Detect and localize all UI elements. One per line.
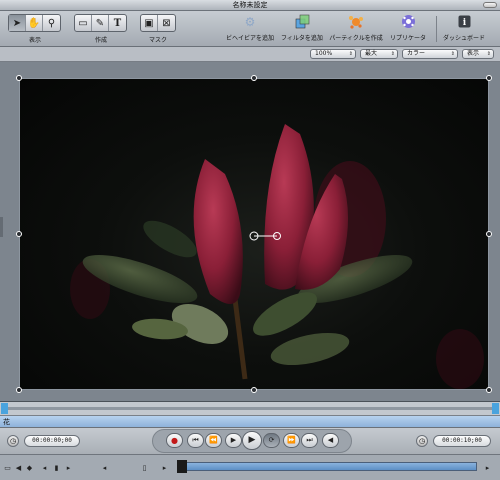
audio-toggle-icon[interactable]: ◀ [14,464,23,473]
toolbar-toggle-button[interactable] [483,2,497,8]
step-backward-button[interactable]: ⏪ [205,433,222,448]
rectangle-icon: ▭ [78,17,88,29]
rectangle-tool-button[interactable]: ▭ [75,15,92,31]
mask-tools: ▣ ⊠ [140,14,176,32]
view-options-popup[interactable]: 表示 ⇕ [462,49,494,59]
hand-icon: ✋ [27,17,41,29]
popup-arrows-icon: ⇕ [450,51,455,57]
pen-tool-button[interactable]: ✎ [92,15,109,31]
mask-bezier-tool-button[interactable]: ⊠ [158,15,175,31]
replicator-button[interactable]: リプリケータ [377,13,439,42]
filter-icon [293,13,311,30]
play-reverse-button[interactable]: ▶ [225,433,242,448]
toolbar: ➤ ✋ ⚲ 表示 ▭ ✎ T 作成 ▣ ⊠ マスク ⚙ ビヘイビアを追加 フィル… [0,11,500,47]
bottom-bar: ▭ ◀ ◆ ◂ ▮ ▸ ◂ ▯ ▸ ▸ [0,454,500,480]
view-group-label: 表示 [28,37,41,44]
particle-icon [347,13,365,30]
title-bar: 名称未設定 [0,0,500,11]
timeline-scrubber[interactable] [177,462,477,471]
popup-arrows-icon: ⇕ [348,51,353,57]
canvas-options-bar: 100% ⇕ 最大 ⇕ カラー ⇕ 表示 ⇕ [0,47,500,62]
dashboard-label: ダッシュボード [442,35,485,42]
layers-toggle-icon[interactable]: ▭ [3,464,12,473]
svg-text:i: i [462,18,466,28]
zoom-out-icon[interactable]: ◂ [40,464,49,473]
handle-bottom-center[interactable] [251,387,257,393]
record-button[interactable]: ● [166,433,183,448]
keyframes-toggle-icon[interactable]: ◆ [25,464,34,473]
zoom-level-popup[interactable]: 100% ⇕ [310,49,356,59]
out-point-marker[interactable] [492,403,499,414]
playhead[interactable] [177,460,187,473]
mask-rectangle-tool-button[interactable]: ▣ [141,15,158,31]
hand-tool-button[interactable]: ✋ [26,15,43,31]
popup-arrows-icon: ⇕ [486,51,491,57]
info-icon: i [455,13,473,30]
flower-image-layer[interactable] [19,78,489,390]
go-to-end-button[interactable]: ⏭ [301,433,318,448]
create-tools: ▭ ✎ T [74,14,127,32]
nav-back-icon[interactable]: ◂ [100,464,109,473]
canvas-window: 名称未設定 ➤ ✋ ⚲ 表示 ▭ ✎ T 作成 ▣ ⊠ マスク ⚙ ビヘイビアを… [0,0,500,480]
add-filter-label: フィルタを追加 [281,35,323,42]
layer-name-label: 花 [3,418,10,426]
nav-forward-icon[interactable]: ▸ [160,464,169,473]
dashboard-button[interactable]: i ダッシュボード [433,13,495,42]
go-to-start-button[interactable]: ⏮ [187,433,204,448]
channels-value: カラー [407,50,426,57]
view-tools: ➤ ✋ ⚲ [8,14,61,32]
marker-icon[interactable]: ▯ [140,464,149,473]
handle-middle-right[interactable] [486,231,492,237]
replicator-label: リプリケータ [389,35,426,42]
select-tool-button[interactable]: ➤ [9,15,26,31]
timecode-clock-icon[interactable]: ◷ [7,435,19,447]
zoom-level-value: 100% [315,50,333,57]
behavior-gear-icon: ⚙ [244,14,256,29]
handle-bottom-left[interactable] [16,387,22,393]
in-point-marker[interactable] [1,403,8,414]
create-group-label: 作成 [94,37,107,44]
handle-top-right[interactable] [486,75,492,81]
popup-arrows-icon: ⇕ [390,51,395,57]
zoom-slider-thumb[interactable]: ▮ [52,464,61,473]
mini-timeline[interactable]: 花 [0,416,500,428]
handle-bottom-right[interactable] [486,387,492,393]
handle-top-left[interactable] [16,75,22,81]
resolution-value: 最大 [365,50,378,57]
play-range-track [8,407,492,410]
mask-bezier-icon: ⊠ [162,17,171,29]
audio-button[interactable]: ◀ [322,433,339,448]
magnifier-icon: ⚲ [47,17,56,29]
time-ruler[interactable] [0,402,500,416]
step-forward-button[interactable]: ⏩ [283,433,300,448]
window-title: 名称未設定 [232,1,268,9]
zoom-in-icon[interactable]: ▸ [64,464,73,473]
mask-rectangle-icon: ▣ [144,17,154,29]
loop-button[interactable]: ⟳ [263,433,280,448]
play-button[interactable]: ▶ [242,431,262,450]
mask-group-label: マスク [148,37,167,44]
pen-icon: ✎ [95,17,105,29]
add-filter-button[interactable]: フィルタを追加 [271,13,333,42]
duration-field[interactable]: 00:00:10;00 [433,435,491,447]
arrow-cursor-icon: ➤ [12,17,22,29]
scroll-right-icon[interactable]: ▸ [483,464,492,473]
flower-photo [70,124,484,389]
canvas-edge-marker [0,217,3,237]
canvas[interactable] [0,62,500,402]
channels-popup[interactable]: カラー ⇕ [402,49,458,59]
current-time-field[interactable]: 00:00:00;00 [24,435,80,447]
text-tool-button[interactable]: T [109,15,126,31]
transport-bar: ◷ 00:00:00;00 ● ⏮ ⏪ ▶ ▶ ⟳ ⏩ ⏭ ◀ ◷ 00:00:… [0,428,500,454]
handle-top-center[interactable] [251,75,257,81]
zoom-tool-button[interactable]: ⚲ [43,15,60,31]
view-options-value: 表示 [467,50,480,57]
duration-clock-icon[interactable]: ◷ [416,435,428,447]
text-icon: T [113,17,122,29]
handle-middle-left[interactable] [16,231,22,237]
resolution-popup[interactable]: 最大 ⇕ [360,49,398,59]
replicator-icon [399,13,417,30]
